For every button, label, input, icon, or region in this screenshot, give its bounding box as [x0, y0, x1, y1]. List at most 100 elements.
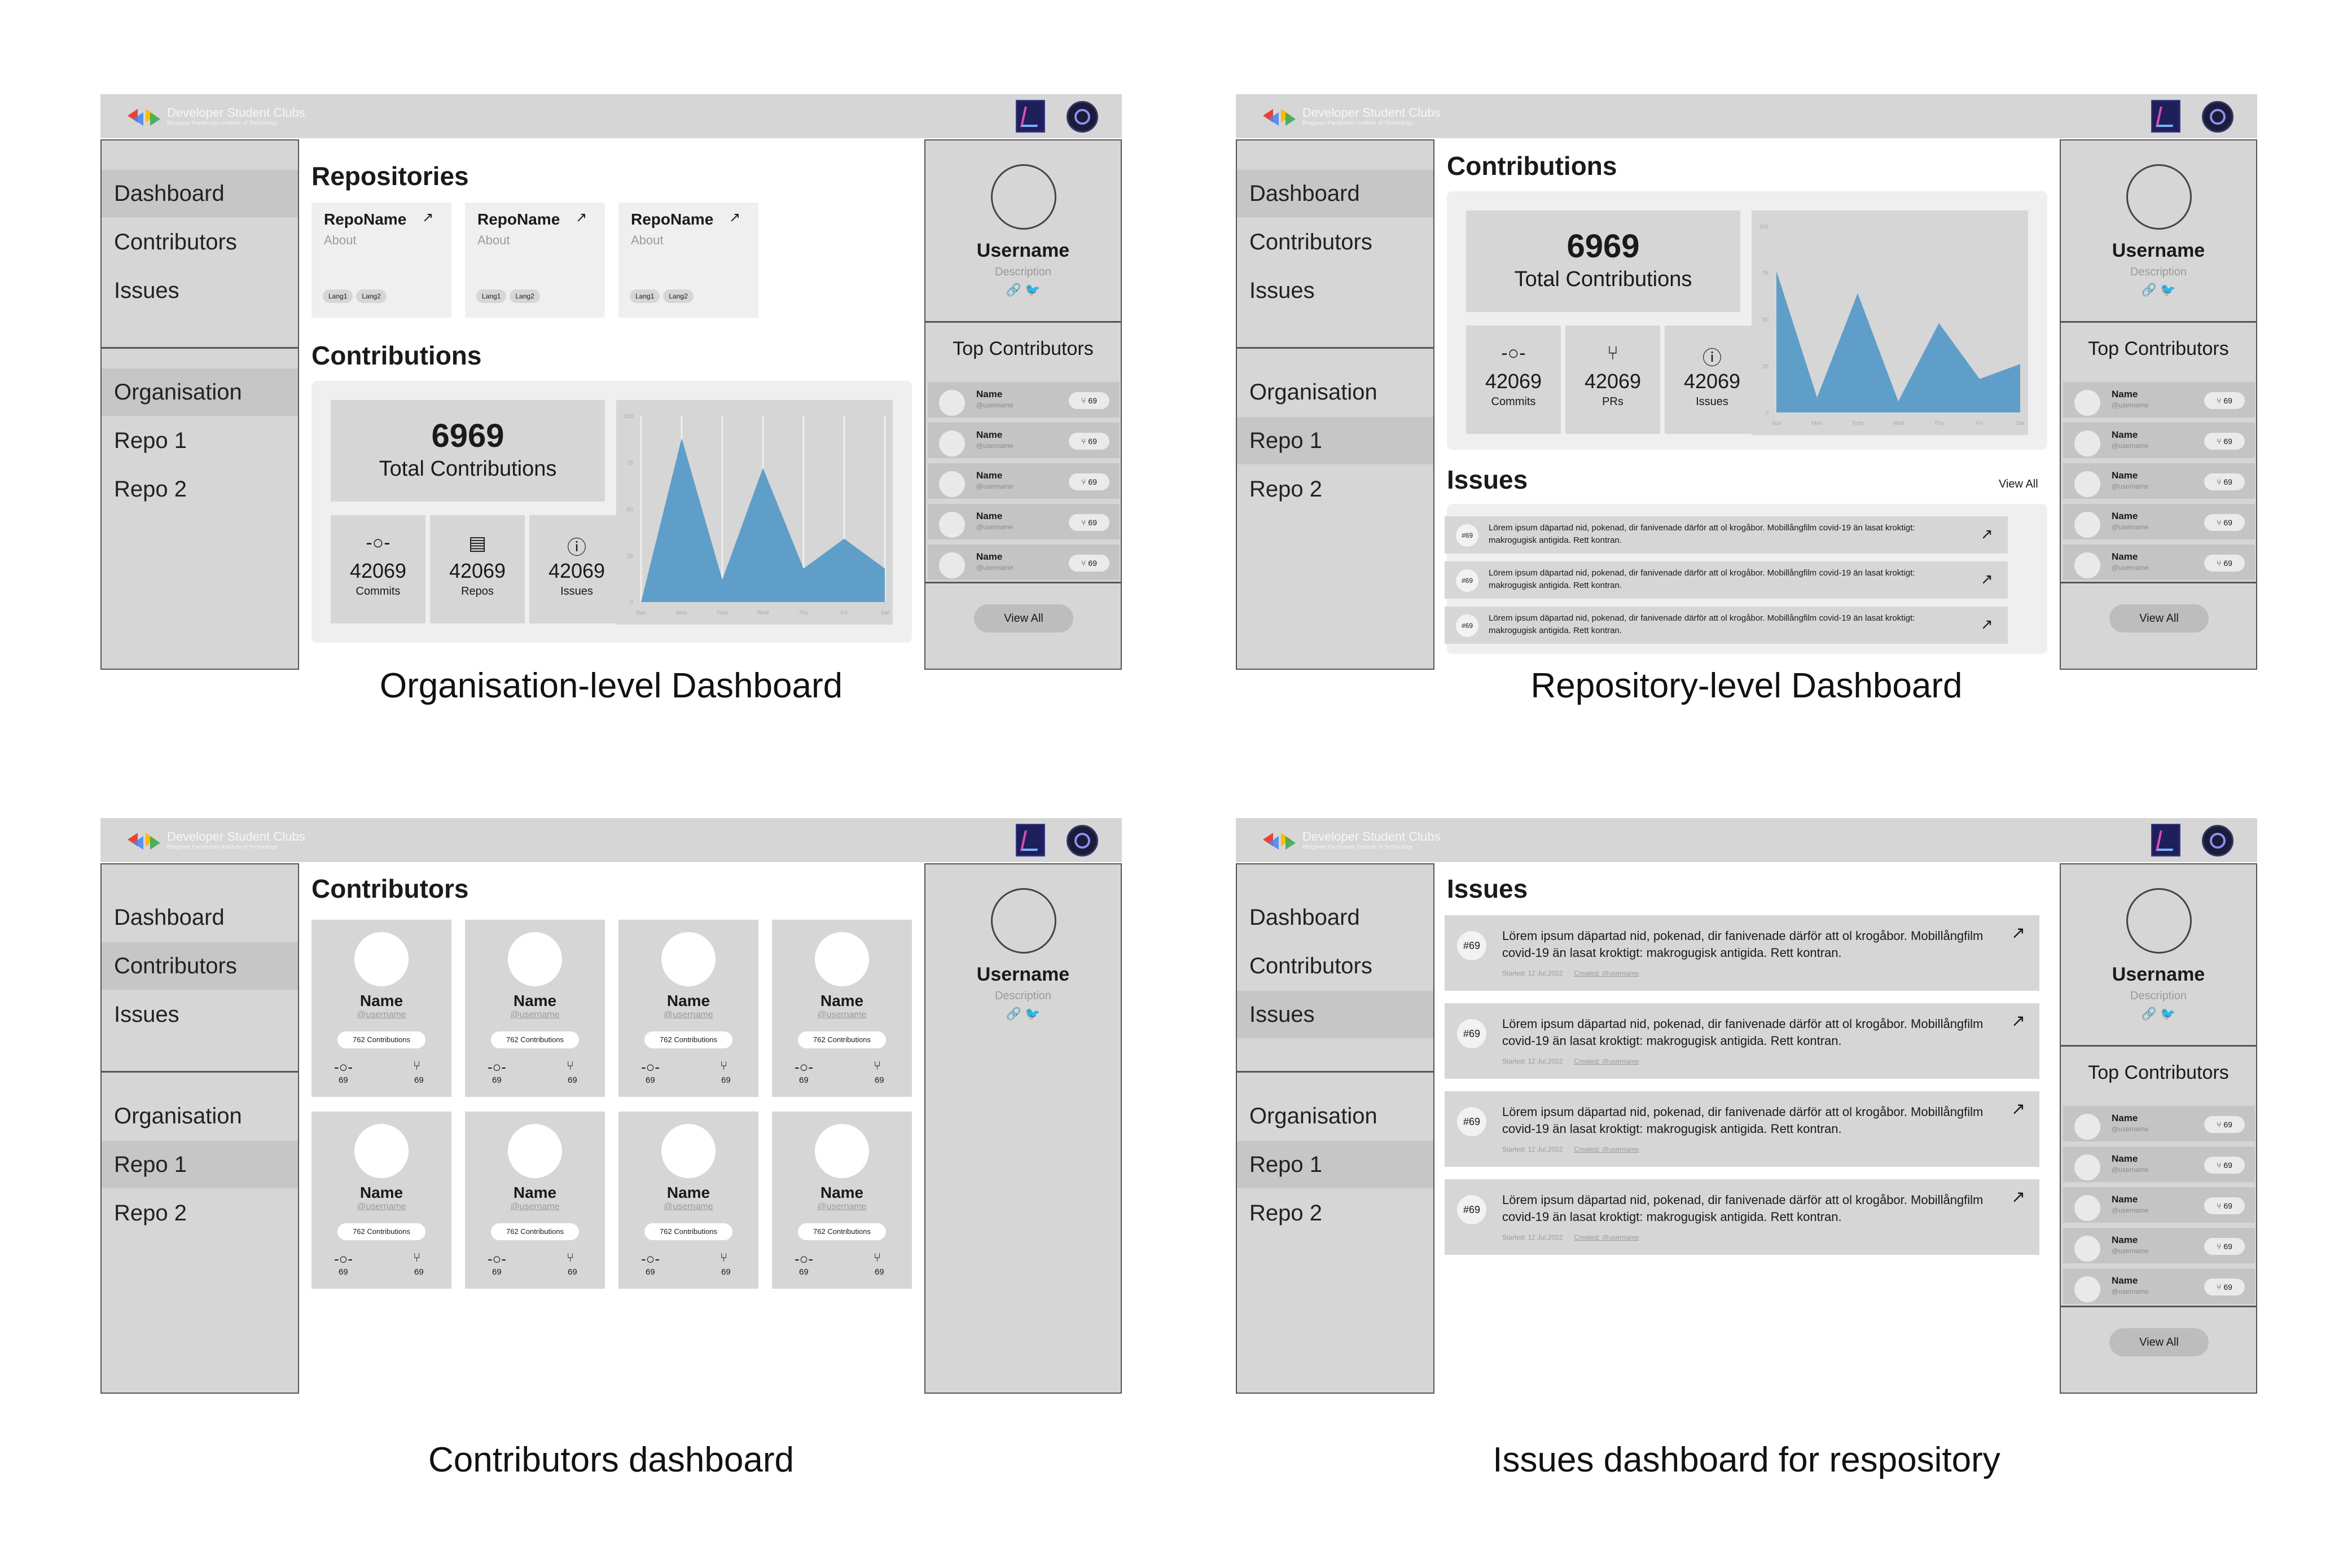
- top-contributor-row[interactable]: Name @username ⑂ 69: [928, 544, 1120, 582]
- top-contributor-row[interactable]: Name @username ⑂ 69: [2063, 1187, 2255, 1224]
- nav-dashboard[interactable]: Dashboard: [1237, 170, 1433, 217]
- external-link-icon[interactable]: ↗: [1981, 616, 1993, 633]
- nav-repo-2[interactable]: Repo 2: [102, 1189, 298, 1237]
- issue-card[interactable]: #69 Lörem ipsum däpartad nid, pokenad, d…: [1445, 1179, 2039, 1255]
- view-all-button[interactable]: View All: [2109, 604, 2209, 633]
- link-icon[interactable]: 🔗: [2142, 283, 2157, 297]
- repo-card[interactable]: RepoName ↗ About Lang1 Lang2: [311, 203, 451, 318]
- nav-organisation[interactable]: Organisation: [1237, 1092, 1433, 1140]
- nav-contributors[interactable]: Contributors: [102, 942, 298, 990]
- top-contributor-row[interactable]: Name @username ⑂ 69: [2063, 463, 2255, 500]
- contributor-card[interactable]: Name @username 762 Contributions -○- ⑂ 69 69: [465, 920, 605, 1097]
- org-avatar-icon[interactable]: [2202, 101, 2233, 133]
- external-link-icon[interactable]: ↗: [2011, 1187, 2025, 1207]
- nav-contributors[interactable]: Contributors: [1237, 218, 1433, 266]
- link-icon[interactable]: 🔗: [2142, 1007, 2157, 1021]
- issue-created[interactable]: Created: @username: [1574, 1057, 1639, 1065]
- external-link-icon[interactable]: ↗: [1981, 525, 1993, 543]
- external-link-icon[interactable]: ↗: [576, 209, 587, 226]
- link-icon[interactable]: 🔗: [1006, 1007, 1021, 1021]
- contributor-card[interactable]: Name @username 762 Contributions -○- ⑂ 69 69: [311, 920, 451, 1097]
- app-badge-icon[interactable]: [1016, 100, 1045, 133]
- org-avatar-icon[interactable]: [1067, 101, 1098, 133]
- app-badge-icon[interactable]: [2151, 824, 2180, 857]
- nav-issues[interactable]: Issues: [1237, 267, 1433, 314]
- top-contributor-row[interactable]: Name @username ⑂ 69: [2063, 504, 2255, 541]
- top-contributor-row[interactable]: Name @username ⑂ 69: [2063, 1268, 2255, 1306]
- top-contributor-row[interactable]: Name @username ⑂ 69: [2063, 1106, 2255, 1143]
- twitter-icon[interactable]: 🐦: [1025, 1007, 1040, 1021]
- nav-repo-1[interactable]: Repo 1: [1237, 1141, 1433, 1188]
- repo-card[interactable]: RepoName ↗ About Lang1 Lang2: [465, 203, 605, 318]
- nav-contributors[interactable]: Contributors: [102, 218, 298, 266]
- external-link-icon[interactable]: ↗: [1981, 570, 1993, 588]
- contributor-handle[interactable]: @username: [618, 1010, 758, 1020]
- view-all-link[interactable]: View All: [1999, 478, 2038, 491]
- nav-dashboard[interactable]: Dashboard: [102, 894, 298, 941]
- nav-repo-2[interactable]: Repo 2: [1237, 1189, 1433, 1237]
- top-contributor-row[interactable]: Name @username ⑂ 69: [928, 463, 1120, 500]
- contributor-handle[interactable]: @username: [618, 1202, 758, 1212]
- issue-created[interactable]: Created: @username: [1574, 969, 1639, 977]
- issue-card[interactable]: #69 Lörem ipsum däpartad nid, pokenad, d…: [1445, 915, 2039, 991]
- top-contributor-row[interactable]: Name @username ⑂ 69: [2063, 1228, 2255, 1265]
- external-link-icon[interactable]: ↗: [422, 209, 433, 226]
- contributor-card[interactable]: Name @username 762 Contributions -○- ⑂ 69 69: [772, 920, 912, 1097]
- nav-issues[interactable]: Issues: [1237, 991, 1433, 1038]
- contributor-card[interactable]: Name @username 762 Contributions -○- ⑂ 69 69: [618, 920, 758, 1097]
- nav-issues[interactable]: Issues: [102, 267, 298, 314]
- nav-organisation[interactable]: Organisation: [1237, 368, 1433, 416]
- issue-row[interactable]: #69 Lörem ipsum däpartad nid, pokenad, d…: [1445, 561, 2008, 599]
- nav-repo-1[interactable]: Repo 1: [102, 1141, 298, 1188]
- external-link-icon[interactable]: ↗: [2011, 1011, 2025, 1031]
- contributor-handle[interactable]: @username: [465, 1202, 605, 1212]
- org-avatar-icon[interactable]: [2202, 825, 2233, 857]
- app-badge-icon[interactable]: [1016, 824, 1045, 857]
- top-contributor-row[interactable]: Name @username ⑂ 69: [928, 382, 1120, 419]
- issue-created[interactable]: Created: @username: [1574, 1145, 1639, 1153]
- top-contributor-row[interactable]: Name @username ⑂ 69: [2063, 423, 2255, 460]
- twitter-icon[interactable]: 🐦: [2160, 283, 2175, 297]
- top-contributor-row[interactable]: Name @username ⑂ 69: [928, 504, 1120, 541]
- issue-row[interactable]: #69 Lörem ipsum däpartad nid, pokenad, d…: [1445, 607, 2008, 644]
- nav-repo-1[interactable]: Repo 1: [102, 417, 298, 464]
- nav-issues[interactable]: Issues: [102, 991, 298, 1038]
- contributor-card[interactable]: Name @username 762 Contributions -○- ⑂ 69 69: [618, 1112, 758, 1289]
- top-contributor-row[interactable]: Name @username ⑂ 69: [2063, 382, 2255, 419]
- contributor-handle[interactable]: @username: [465, 1010, 605, 1020]
- contributor-card[interactable]: Name @username 762 Contributions -○- ⑂ 69 69: [772, 1112, 912, 1289]
- nav-repo-2[interactable]: Repo 2: [102, 465, 298, 513]
- view-all-button[interactable]: View All: [2109, 1328, 2209, 1356]
- view-all-button[interactable]: View All: [974, 604, 1073, 633]
- issue-card[interactable]: #69 Lörem ipsum däpartad nid, pokenad, d…: [1445, 1091, 2039, 1167]
- contributor-card[interactable]: Name @username 762 Contributions -○- ⑂ 69 69: [465, 1112, 605, 1289]
- issue-row[interactable]: #69 Lörem ipsum däpartad nid, pokenad, d…: [1445, 516, 2008, 554]
- nav-contributors[interactable]: Contributors: [1237, 942, 1433, 990]
- external-link-icon[interactable]: ↗: [2011, 1099, 2025, 1119]
- link-icon[interactable]: 🔗: [1006, 283, 1021, 297]
- repo-card[interactable]: RepoName ↗ About Lang1 Lang2: [618, 203, 758, 318]
- contributor-handle[interactable]: @username: [772, 1202, 912, 1212]
- nav-organisation[interactable]: Organisation: [102, 1092, 298, 1140]
- external-link-icon[interactable]: ↗: [2011, 923, 2025, 943]
- nav-organisation[interactable]: Organisation: [102, 368, 298, 416]
- contributor-handle[interactable]: @username: [311, 1010, 451, 1020]
- nav-repo-1[interactable]: Repo 1: [1237, 417, 1433, 464]
- twitter-icon[interactable]: 🐦: [2160, 1007, 2175, 1021]
- top-contributor-row[interactable]: Name @username ⑂ 69: [2063, 544, 2255, 582]
- issue-card[interactable]: #69 Lörem ipsum däpartad nid, pokenad, d…: [1445, 1003, 2039, 1079]
- app-badge-icon[interactable]: [2151, 100, 2180, 133]
- org-avatar-icon[interactable]: [1067, 825, 1098, 857]
- top-contributor-row[interactable]: Name @username ⑂ 69: [2063, 1147, 2255, 1184]
- contributor-handle[interactable]: @username: [772, 1010, 912, 1020]
- nav-dashboard[interactable]: Dashboard: [102, 170, 298, 217]
- contributor-card[interactable]: Name @username 762 Contributions -○- ⑂ 69 69: [311, 1112, 451, 1289]
- top-contributor-row[interactable]: Name @username ⑂ 69: [928, 423, 1120, 460]
- nav-repo-2[interactable]: Repo 2: [1237, 465, 1433, 513]
- nav-dashboard[interactable]: Dashboard: [1237, 894, 1433, 941]
- external-link-icon[interactable]: ↗: [729, 209, 740, 226]
- twitter-icon[interactable]: 🐦: [1025, 283, 1040, 297]
- caption-issues-dashboard: Issues dashboard for respository: [1493, 1440, 2000, 1479]
- contributor-handle[interactable]: @username: [311, 1202, 451, 1212]
- issue-created[interactable]: Created: @username: [1574, 1233, 1639, 1241]
